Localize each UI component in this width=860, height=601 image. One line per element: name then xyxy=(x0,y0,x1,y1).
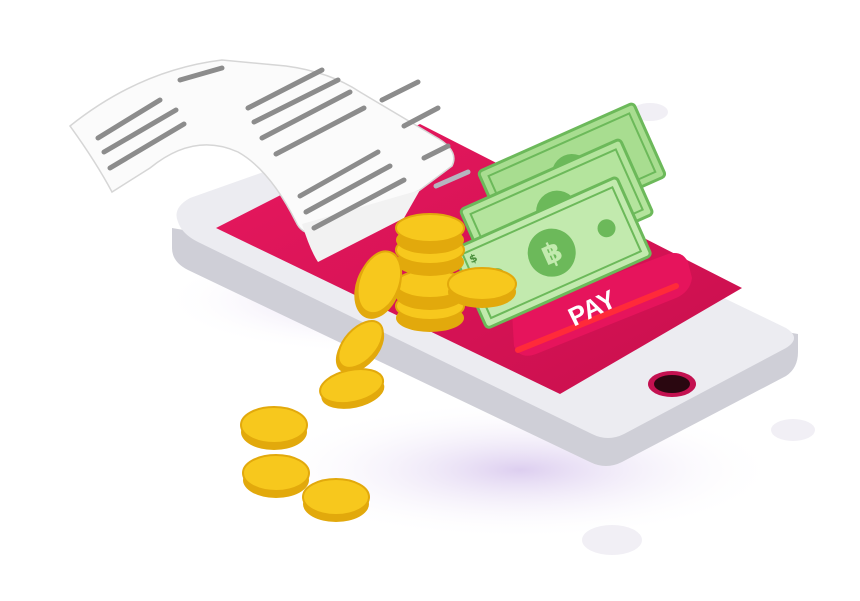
home-button-icon[interactable] xyxy=(648,371,696,397)
mobile-payment-illustration: PAY ฿ $ xyxy=(68,59,815,555)
coin-stack xyxy=(395,213,465,332)
